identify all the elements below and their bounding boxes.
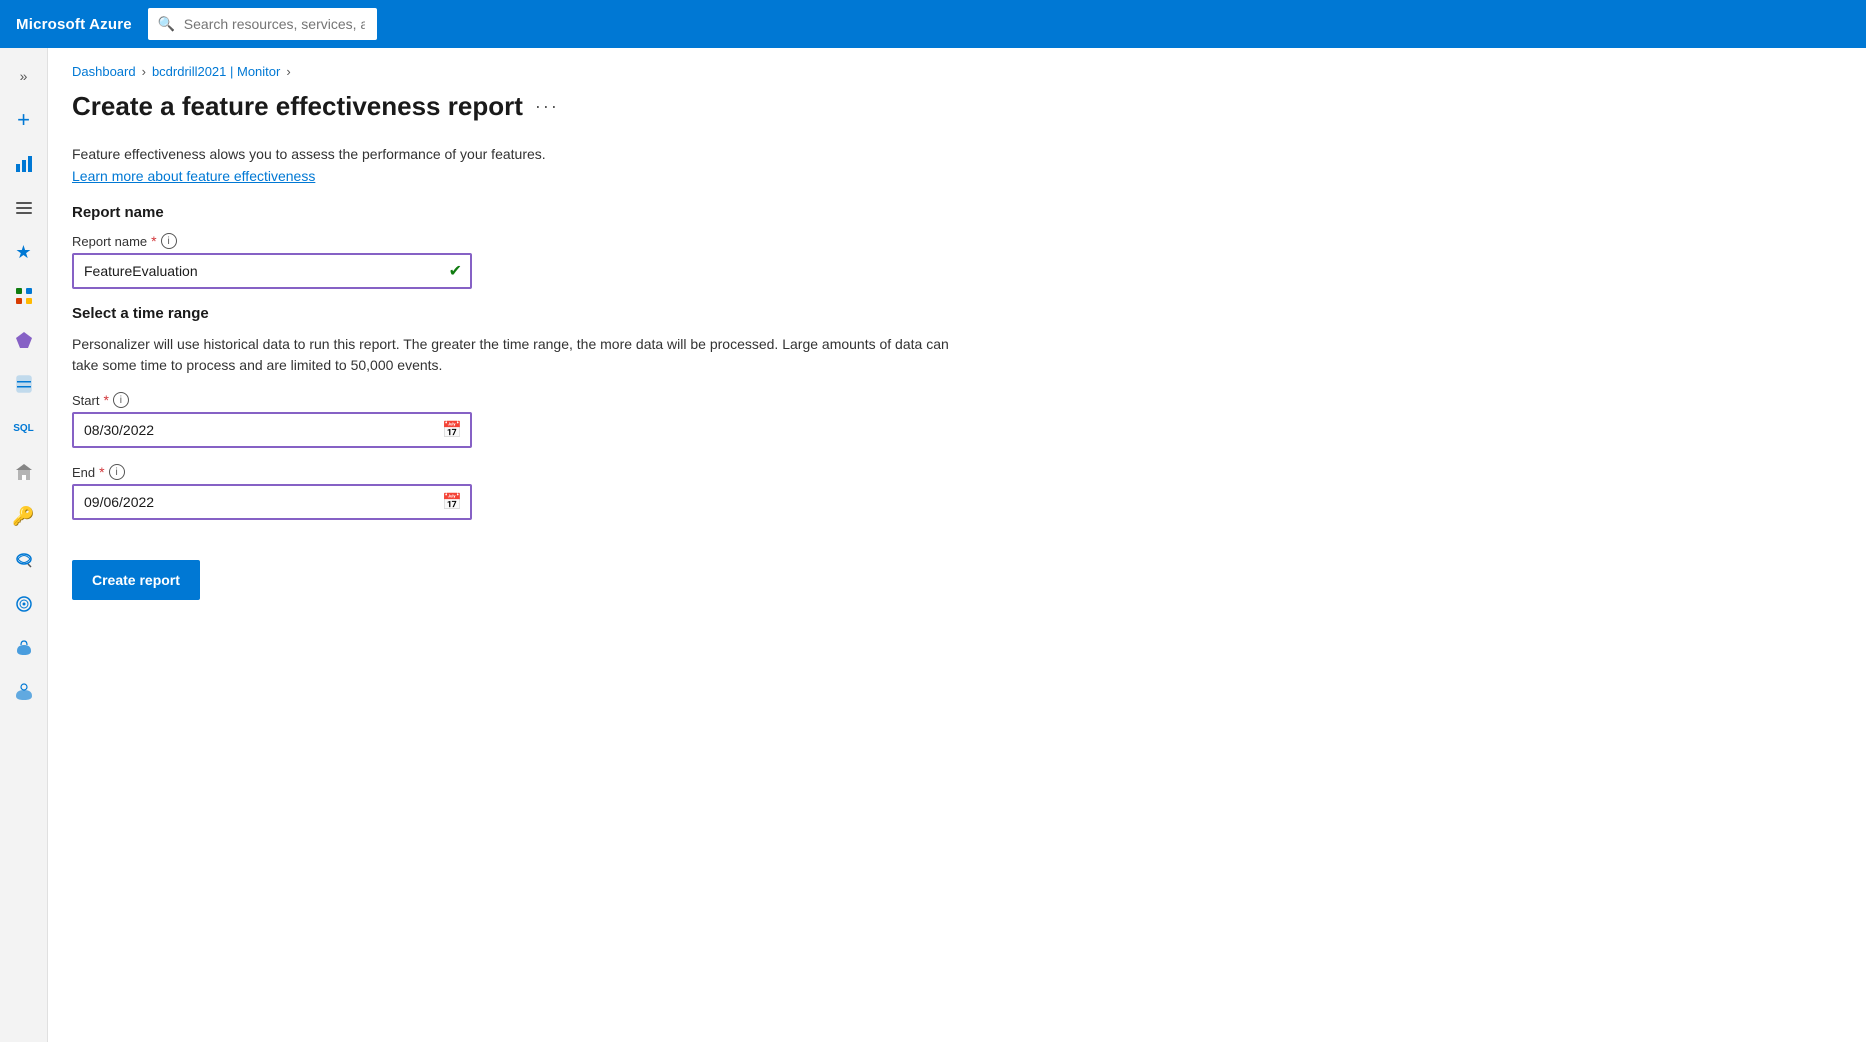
brand-name: Microsoft Azure [16,16,132,33]
page-more-menu-icon[interactable]: ··· [535,96,559,117]
start-required: * [103,392,108,408]
description-text: Feature effectiveness alows you to asses… [72,146,1834,162]
end-date-input-wrapper: 📅 [72,484,472,520]
time-range-section-title: Select a time range [72,305,1834,322]
start-date-input-wrapper: 📅 [72,412,472,448]
main-layout: » + ★ [0,48,1866,1042]
sidebar-item-chart[interactable] [4,144,44,184]
report-name-section-title: Report name [72,204,1834,221]
sidebar-item-grid[interactable] [4,276,44,316]
start-date-label: Start * i [72,392,1834,408]
report-name-required: * [151,233,156,249]
time-range-description: Personalizer will use historical data to… [72,334,972,376]
sidebar-item-satellite[interactable] [4,584,44,624]
end-date-label: End * i [72,464,1834,480]
sidebar-add-button[interactable]: + [4,100,44,140]
sidebar-item-key[interactable]: 🔑 [4,496,44,536]
breadcrumb-monitor[interactable]: bcdrdrill2021 | Monitor [152,64,280,79]
sidebar-item-cloud-connect[interactable] [4,672,44,712]
page-title-row: Create a feature effectiveness report ··… [72,91,1834,122]
time-range-section: Select a time range Personalizer will us… [72,305,1834,520]
search-input[interactable] [148,8,377,40]
create-report-button[interactable]: Create report [72,560,200,600]
report-name-section: Report name Report name * i ✔ [72,204,1834,289]
sidebar-item-cloud-globe[interactable] [4,628,44,668]
breadcrumb: Dashboard › bcdrdrill2021 | Monitor › [72,64,1834,79]
sidebar: » + ★ [0,48,48,1042]
sidebar-item-gem[interactable] [4,320,44,360]
end-date-input[interactable] [72,484,472,520]
start-calendar-icon[interactable]: 📅 [442,420,462,440]
start-info-icon[interactable]: i [113,392,129,408]
sidebar-item-list[interactable] [4,188,44,228]
search-wrapper: 🔍 [148,8,1048,40]
sidebar-item-building[interactable] [4,452,44,492]
topbar: Microsoft Azure 🔍 [0,0,1866,48]
sidebar-item-favorites[interactable]: ★ [4,232,44,272]
report-name-check-icon: ✔ [449,261,462,281]
report-name-input[interactable] [72,253,472,289]
report-name-info-icon[interactable]: i [161,233,177,249]
sidebar-expand-button[interactable]: » [4,56,44,96]
page-title: Create a feature effectiveness report [72,91,523,122]
sidebar-item-cloud-search[interactable] [4,540,44,580]
breadcrumb-dashboard[interactable]: Dashboard [72,64,136,79]
sidebar-item-database[interactable] [4,364,44,404]
start-date-input[interactable] [72,412,472,448]
end-date-field-group: End * i 📅 [72,464,1834,520]
report-name-label: Report name * i [72,233,1834,249]
end-info-icon[interactable]: i [109,464,125,480]
end-required: * [99,464,104,480]
end-calendar-icon[interactable]: 📅 [442,492,462,512]
report-name-input-wrapper: ✔ [72,253,472,289]
learn-more-link[interactable]: Learn more about feature effectiveness [72,168,315,184]
breadcrumb-sep-2: › [286,64,290,79]
start-date-field-group: Start * i 📅 [72,392,1834,448]
report-name-field-group: Report name * i ✔ [72,233,1834,289]
sidebar-item-sql[interactable]: SQL [4,408,44,448]
breadcrumb-sep-1: › [142,64,146,79]
content-area: Dashboard › bcdrdrill2021 | Monitor › Cr… [48,48,1866,1042]
